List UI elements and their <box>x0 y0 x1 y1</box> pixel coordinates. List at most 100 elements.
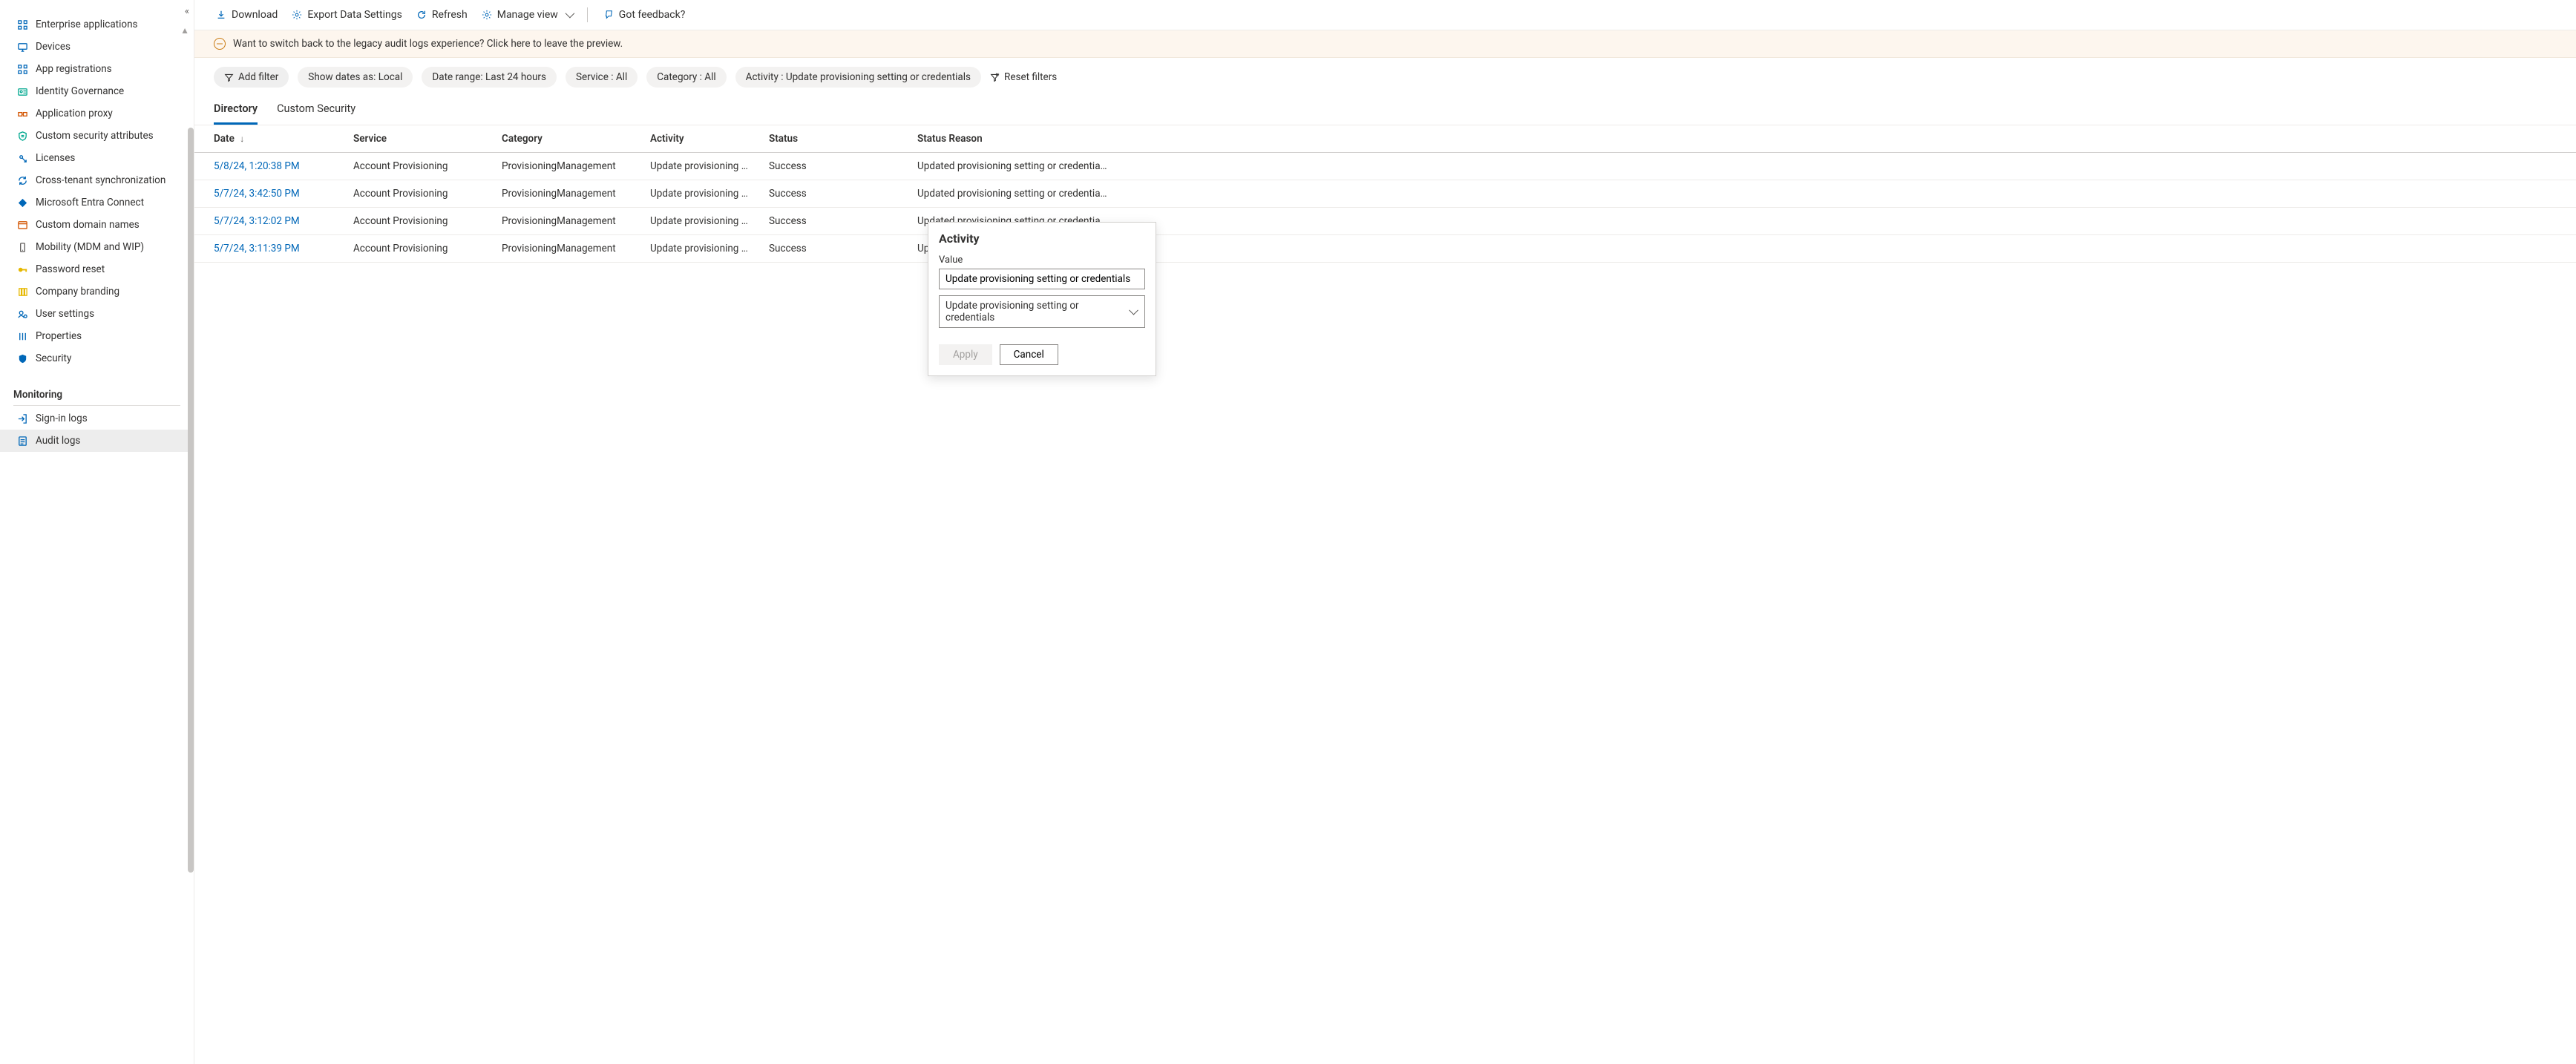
gear-icon <box>291 9 303 21</box>
cell-activity: Update provisioning set… <box>640 180 758 208</box>
cell-activity: Update provisioning set… <box>640 235 758 263</box>
filter-pill-service[interactable]: Service : All <box>566 67 638 88</box>
sidebar-item-microsoft-entra-connect[interactable]: Microsoft Entra Connect <box>0 191 194 214</box>
sidebar-section-monitoring[interactable]: Monitoring <box>0 383 194 404</box>
download-button[interactable]: Download <box>214 6 279 24</box>
col-category[interactable]: Category <box>491 125 640 153</box>
cell-date[interactable]: 5/8/24, 1:20:38 PM <box>194 153 343 180</box>
audit-log-table: Date Service Category Activity Status St… <box>194 125 2576 263</box>
cell-date[interactable]: 5/7/24, 3:11:39 PM <box>194 235 343 263</box>
sidebar-item-custom-security-attributes[interactable]: Custom security attributes <box>0 125 194 147</box>
sidebar-item-label: Enterprise applications <box>36 19 138 30</box>
col-status-reason[interactable]: Status Reason <box>907 125 2576 153</box>
grid-icon <box>16 19 28 30</box>
apply-button: Apply <box>939 344 992 365</box>
palette-icon <box>16 286 28 298</box>
filter-pill-activity[interactable]: Activity : Update provisioning setting o… <box>735 67 981 88</box>
feedback-label: Got feedback? <box>619 9 686 21</box>
table-row[interactable]: 5/7/24, 3:42:50 PMAccount ProvisioningPr… <box>194 180 2576 208</box>
col-status[interactable]: Status <box>758 125 907 153</box>
monitor-icon <box>16 41 28 53</box>
sidebar-item-audit-logs[interactable]: Audit logs <box>0 430 194 452</box>
toolbar-separator <box>587 7 588 22</box>
info-minus-icon <box>214 38 226 50</box>
sidebar-item-mobility-mdm-and-wip[interactable]: Mobility (MDM and WIP) <box>0 236 194 258</box>
activity-filter-popover: Activity Value Update provisioning setti… <box>928 222 1156 376</box>
cell-status: Success <box>758 208 907 235</box>
table-row[interactable]: 5/7/24, 3:11:39 PMAccount ProvisioningPr… <box>194 235 2576 263</box>
activity-value-input[interactable] <box>939 269 1145 289</box>
sidebar-divider <box>13 405 180 406</box>
preview-banner-text: Want to switch back to the legacy audit … <box>233 38 623 50</box>
audit-log-table-wrap: Date Service Category Activity Status St… <box>194 125 2576 1064</box>
id-icon <box>16 85 28 97</box>
sidebar-item-properties[interactable]: Properties <box>0 325 194 347</box>
feedback-button[interactable]: Got feedback? <box>601 6 687 24</box>
export-settings-label: Export Data Settings <box>307 9 402 21</box>
sidebar-item-label: Cross-tenant synchronization <box>36 174 165 186</box>
download-label: Download <box>232 9 278 21</box>
cell-reason: Updated provisioning setting or credenti… <box>907 208 2576 235</box>
cell-reason: Updated provisioning setting or credenti… <box>907 180 2576 208</box>
sidebar-item-label: Identity Governance <box>36 85 124 97</box>
download-icon <box>215 9 227 21</box>
sidebar-item-devices[interactable]: Devices <box>0 36 194 58</box>
cell-category: ProvisioningManagement <box>491 208 640 235</box>
add-filter-label: Add filter <box>238 71 278 83</box>
filter-pill-category[interactable]: Category : All <box>646 67 726 88</box>
cell-status: Success <box>758 153 907 180</box>
filter-pill-dates[interactable]: Show dates as: Local <box>298 67 413 88</box>
cell-reason: Updated provisioning setting or credenti… <box>907 235 2576 263</box>
sidebar-item-password-reset[interactable]: Password reset <box>0 258 194 280</box>
main: Download Export Data Settings Refresh <box>194 0 2576 1064</box>
cell-date[interactable]: 5/7/24, 3:12:02 PM <box>194 208 343 235</box>
sidebar-item-security[interactable]: Security <box>0 347 194 370</box>
cancel-button[interactable]: Cancel <box>1000 344 1058 365</box>
sidebar-item-enterprise-applications[interactable]: Enterprise applications <box>0 13 194 36</box>
col-date-label: Date <box>214 133 235 145</box>
col-activity[interactable]: Activity <box>640 125 758 153</box>
shield-list-icon <box>16 130 28 142</box>
reset-filters-button[interactable]: Reset filters <box>990 71 1057 83</box>
sidebar-item-company-branding[interactable]: Company branding <box>0 280 194 303</box>
sidebar-item-licenses[interactable]: Licenses <box>0 147 194 169</box>
sidebar-item-label: Devices <box>36 41 71 53</box>
reset-filters-label: Reset filters <box>1004 71 1057 83</box>
sidebar-item-label: Custom domain names <box>36 219 140 231</box>
sidebar-item-label: Company branding <box>36 286 119 298</box>
sidebar-item-user-settings[interactable]: User settings <box>0 303 194 325</box>
signin-icon <box>16 413 28 424</box>
gear-icon <box>481 9 493 21</box>
sidebar-item-sign-in-logs[interactable]: Sign-in logs <box>0 407 194 430</box>
sidebar-item-custom-domain-names[interactable]: Custom domain names <box>0 214 194 236</box>
cell-category: ProvisioningManagement <box>491 153 640 180</box>
col-date[interactable]: Date <box>194 125 343 153</box>
manage-view-button[interactable]: Manage view <box>479 6 574 24</box>
sidebar-item-identity-governance[interactable]: Identity Governance <box>0 80 194 102</box>
chevron-down-icon <box>563 9 572 21</box>
cell-date[interactable]: 5/7/24, 3:42:50 PM <box>194 180 343 208</box>
proxy-icon <box>16 108 28 119</box>
tab-custom-security[interactable]: Custom Security <box>277 95 355 125</box>
refresh-button[interactable]: Refresh <box>414 6 469 24</box>
add-filter-button[interactable]: Add filter <box>214 67 289 88</box>
cell-service: Account Provisioning <box>343 235 491 263</box>
user-gear-icon <box>16 308 28 320</box>
cell-category: ProvisioningManagement <box>491 180 640 208</box>
filter-pill-daterange[interactable]: Date range: Last 24 hours <box>422 67 557 88</box>
preview-banner[interactable]: Want to switch back to the legacy audit … <box>194 30 2576 58</box>
funnel-x-icon <box>990 73 1000 82</box>
activity-value-select[interactable]: Update provisioning setting or credentia… <box>939 295 1145 328</box>
sidebar-item-cross-tenant-synchronization[interactable]: Cross-tenant synchronization <box>0 169 194 191</box>
sidebar-scrollbar[interactable] <box>188 0 194 1064</box>
sidebar-item-app-registrations[interactable]: App registrations <box>0 58 194 80</box>
tab-directory[interactable]: Directory <box>214 95 258 125</box>
sidebar-item-application-proxy[interactable]: Application proxy <box>0 102 194 125</box>
table-row[interactable]: 5/7/24, 3:12:02 PMAccount ProvisioningPr… <box>194 208 2576 235</box>
table-row[interactable]: 5/8/24, 1:20:38 PMAccount ProvisioningPr… <box>194 153 2576 180</box>
col-service[interactable]: Service <box>343 125 491 153</box>
export-settings-button[interactable]: Export Data Settings <box>289 6 403 24</box>
domain-icon <box>16 219 28 231</box>
sidebar-scrollbar-thumb[interactable] <box>188 128 194 873</box>
feedback-icon <box>603 9 614 21</box>
